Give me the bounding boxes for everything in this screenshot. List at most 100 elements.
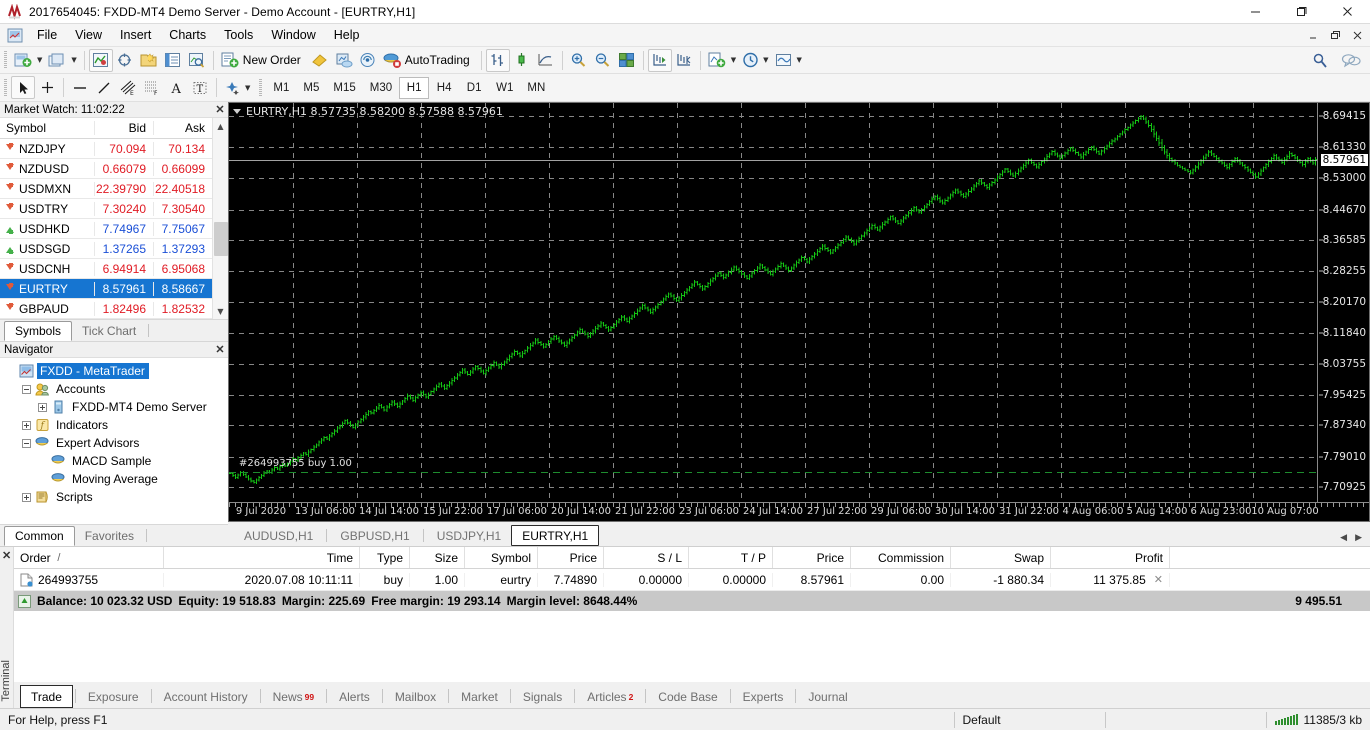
terminal-tab-news[interactable]: News 99 xyxy=(263,685,324,708)
navigator-button[interactable] xyxy=(137,49,161,72)
data-window-button[interactable] xyxy=(113,49,137,72)
column-header-bid[interactable]: Bid xyxy=(94,121,153,135)
timeframe-h4[interactable]: H4 xyxy=(429,77,459,99)
strategy-tester-button[interactable] xyxy=(185,49,209,72)
line-chart-button[interactable] xyxy=(534,49,558,72)
timeframe-m15[interactable]: M15 xyxy=(326,77,362,99)
terminal-tab-experts[interactable]: Experts xyxy=(733,685,794,708)
timeframe-d1[interactable]: D1 xyxy=(459,77,489,99)
trade-column-header[interactable]: T / P xyxy=(689,547,773,568)
market-watch-row[interactable]: NZDJPY 70.094 70.134 xyxy=(0,139,212,159)
menu-file[interactable]: File xyxy=(28,25,66,45)
auto-scroll-button[interactable] xyxy=(647,48,672,72)
time-axis[interactable]: 9 Jul 2020 13 Jul 06:00 14 Jul 14:00 15 Jul… xyxy=(229,502,1369,521)
navigator-item[interactable]: FXDD-MT4 Demo Server xyxy=(0,398,228,416)
scroll-thumb[interactable] xyxy=(213,222,228,256)
market-watch-scrollbar[interactable]: ▲ ▼ xyxy=(212,118,228,319)
cursor-button[interactable] xyxy=(11,76,35,99)
terminal-tab-signals[interactable]: Signals xyxy=(513,685,572,708)
trade-column-header[interactable]: Profit xyxy=(1051,547,1170,568)
toolbar-grip[interactable] xyxy=(4,51,7,69)
market-watch-close-icon[interactable]: ✕ xyxy=(212,103,228,116)
chevron-down-icon[interactable]: ▼ xyxy=(797,56,802,64)
order-price-line[interactable] xyxy=(229,472,1369,474)
trade-column-header[interactable]: S / L xyxy=(604,547,689,568)
tile-windows-button[interactable] xyxy=(615,49,639,72)
timeframe-m1[interactable]: M1 xyxy=(266,77,296,99)
new-chart-button[interactable]: ▼ xyxy=(11,49,45,72)
chart-tabs-next-icon[interactable]: ▶ xyxy=(1355,533,1362,543)
market-watch-row[interactable]: USDSGD 1.37265 1.37293 xyxy=(0,239,212,259)
terminal-tab-journal[interactable]: Journal xyxy=(798,685,857,708)
indicators-button[interactable]: ▼ xyxy=(705,49,739,72)
toolbar-grip[interactable] xyxy=(259,78,263,97)
market-watch-row[interactable]: USDHKD 7.74967 7.75067 xyxy=(0,219,212,239)
trade-row[interactable]: 264993755 2020.07.08 10:11:11 buy 1.00 eurtr… xyxy=(14,569,1370,591)
chevron-down-icon[interactable]: ▼ xyxy=(37,56,42,64)
menu-help[interactable]: Help xyxy=(325,25,369,45)
chevron-down-icon[interactable]: ▼ xyxy=(731,56,736,64)
metaquotes-id-button[interactable] xyxy=(332,49,356,72)
navigator-item[interactable]: Accounts xyxy=(0,380,228,398)
text-button[interactable]: A xyxy=(164,76,188,99)
trade-column-header[interactable]: Time xyxy=(164,547,360,568)
menu-view[interactable]: View xyxy=(66,25,111,45)
timeframe-m30[interactable]: M30 xyxy=(363,77,399,99)
navigator-item[interactable]: Moving Average xyxy=(0,470,228,488)
tab-favorites[interactable]: Favorites xyxy=(75,526,144,546)
scroll-track[interactable] xyxy=(213,134,229,303)
navigator-item[interactable]: MACD Sample xyxy=(0,452,228,470)
market-watch-row[interactable]: USDMXN 22.39790 22.40518 xyxy=(0,179,212,199)
equidistant-channel-button[interactable]: E xyxy=(116,76,140,99)
trade-column-header[interactable]: Swap xyxy=(951,547,1051,568)
chart-tabs-prev-icon[interactable]: ◀ xyxy=(1340,533,1347,543)
expand-icon[interactable] xyxy=(38,402,47,412)
timeframe-h1[interactable]: H1 xyxy=(399,76,430,99)
terminal-tab-alerts[interactable]: Alerts xyxy=(329,685,380,708)
menu-charts[interactable]: Charts xyxy=(160,25,215,45)
market-watch-row[interactable]: GBPAUD 1.82496 1.82532 xyxy=(0,299,212,319)
navigator-item[interactable]: Expert Advisors xyxy=(0,434,228,452)
menu-tools[interactable]: Tools xyxy=(215,25,262,45)
profiles-button[interactable]: ▼ xyxy=(45,49,79,72)
new-order-button[interactable]: New Order xyxy=(218,49,308,72)
chart-tab[interactable]: GBPUSD,H1 xyxy=(330,525,419,546)
terminal-tab-account-history[interactable]: Account History xyxy=(154,685,258,708)
trade-column-header[interactable]: Price xyxy=(773,547,851,568)
scroll-down-icon[interactable]: ▼ xyxy=(213,303,229,319)
navigator-item[interactable]: FXDD - MetaTrader xyxy=(0,362,228,380)
chart-window[interactable]: #264993755 buy 1.00 EURTRY,H1 8.57735 8.… xyxy=(228,102,1370,522)
window-maximize-button[interactable] xyxy=(1278,0,1324,24)
tab-symbols[interactable]: Symbols xyxy=(4,321,73,341)
timeframe-w1[interactable]: W1 xyxy=(489,77,520,99)
scroll-up-icon[interactable]: ▲ xyxy=(213,118,229,134)
window-minimize-button[interactable] xyxy=(1232,0,1278,24)
metaeditor-button[interactable] xyxy=(308,49,332,72)
terminal-tab-articles[interactable]: Articles 2 xyxy=(577,685,643,708)
trade-column-header[interactable]: Price xyxy=(538,547,604,568)
terminal-tab-code-base[interactable]: Code Base xyxy=(648,685,727,708)
chart-shift-button[interactable] xyxy=(672,49,696,72)
chevron-down-icon[interactable]: ▼ xyxy=(245,84,250,92)
tab-common[interactable]: Common xyxy=(4,526,75,546)
trade-column-header[interactable]: Commission xyxy=(851,547,951,568)
candlestick-chart-button[interactable] xyxy=(510,49,534,72)
bar-chart-button[interactable] xyxy=(485,48,510,72)
column-header-symbol[interactable]: Symbol xyxy=(0,121,94,135)
crosshair-button[interactable] xyxy=(35,76,59,99)
periods-button[interactable]: ▼ xyxy=(739,49,771,72)
chat-button[interactable] xyxy=(1338,49,1364,72)
horizontal-line-button[interactable] xyxy=(68,76,92,99)
terminal-tab-exposure[interactable]: Exposure xyxy=(78,685,149,708)
navigator-item[interactable]: Scripts xyxy=(0,488,228,506)
collapse-icon[interactable] xyxy=(22,438,31,448)
chart-tab[interactable]: EURTRY,H1 xyxy=(511,525,600,546)
chart-tab[interactable]: AUDUSD,H1 xyxy=(234,525,323,546)
tab-tick-chart[interactable]: Tick Chart xyxy=(72,321,146,341)
price-axis[interactable]: 8.69415 8.61330 8.53000 8.44670 8.36585 8.282… xyxy=(1317,103,1369,521)
menu-window[interactable]: Window xyxy=(262,25,324,45)
signals-button[interactable] xyxy=(356,49,380,72)
trendline-button[interactable] xyxy=(92,76,116,99)
toolbar-grip[interactable] xyxy=(4,78,7,97)
trade-column-header[interactable]: Order / xyxy=(14,547,164,568)
